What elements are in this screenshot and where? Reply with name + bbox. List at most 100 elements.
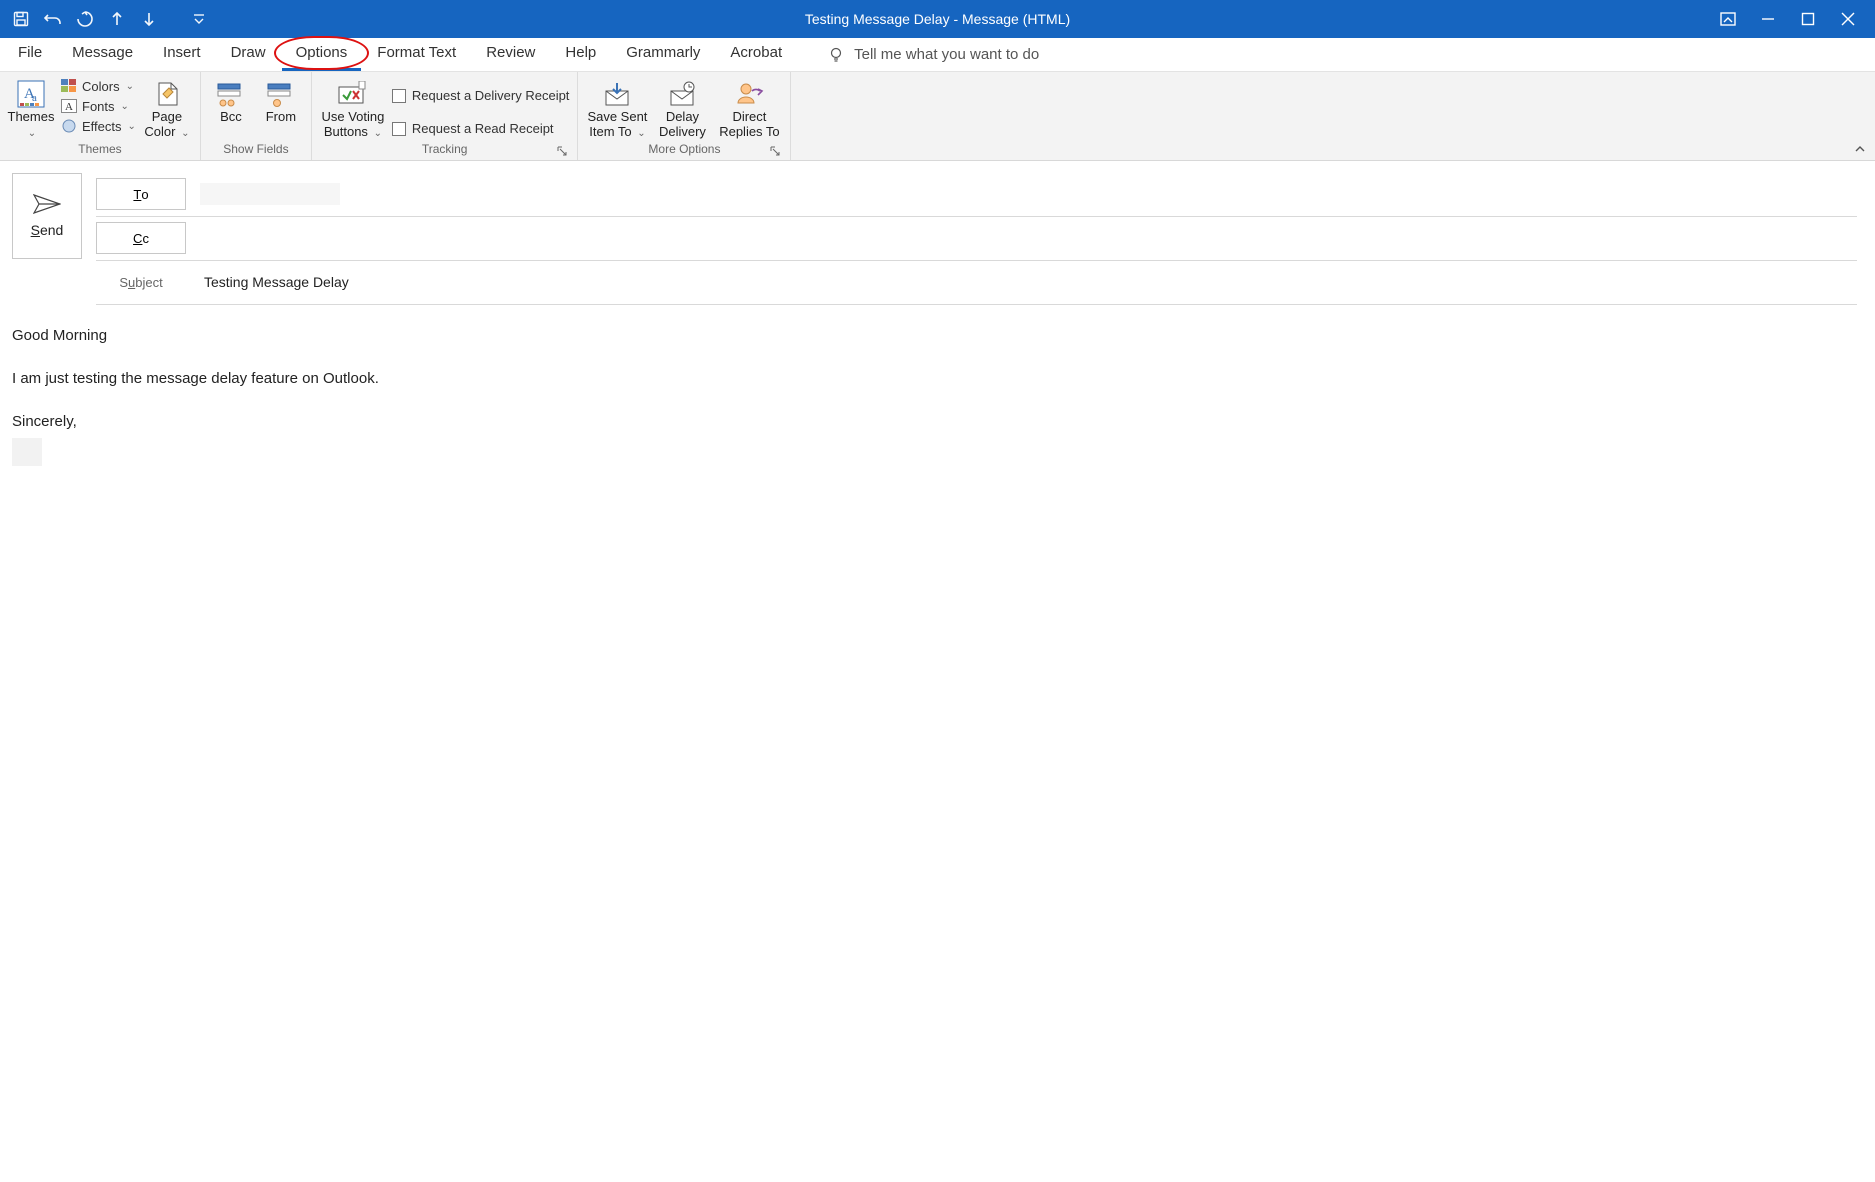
- direct-label1: Direct: [732, 109, 766, 124]
- ribbon-display-icon[interactable]: [1719, 10, 1737, 28]
- checkbox-icon: [392, 122, 406, 136]
- themes-icon: Aa: [15, 80, 47, 108]
- cc-button[interactable]: Cc: [96, 222, 186, 254]
- group-themes: Aa Themes⌄ Colors⌄ A Fonts⌄ Effects⌄: [0, 72, 201, 160]
- from-icon: [265, 80, 297, 108]
- direct-replies-icon: [733, 80, 765, 108]
- tell-me-search[interactable]: Tell me what you want to do: [828, 46, 1039, 63]
- save-sent-icon: [601, 80, 633, 108]
- tab-options[interactable]: Options: [282, 38, 362, 71]
- tab-format-text[interactable]: Format Text: [363, 38, 470, 71]
- more-options-group-text: More Options: [648, 142, 720, 156]
- effects-label: Effects: [82, 119, 122, 134]
- send-label: Send: [31, 222, 64, 238]
- delay-icon: [666, 80, 698, 108]
- send-icon: [33, 194, 61, 214]
- save-sent-label2: Item To: [589, 124, 631, 139]
- fonts-icon: A: [60, 98, 78, 114]
- save-icon[interactable]: [12, 10, 30, 28]
- dialog-launcher-icon[interactable]: [770, 146, 782, 158]
- tracking-group-text: Tracking: [422, 142, 468, 156]
- group-label-tracking: Tracking: [320, 140, 570, 160]
- checkbox-icon: [392, 89, 406, 103]
- bcc-button[interactable]: Bcc: [209, 76, 253, 125]
- page-color-label2: Color: [144, 124, 175, 139]
- voting-button[interactable]: Use VotingButtons ⌄: [320, 76, 386, 140]
- bcc-label: Bcc: [220, 110, 242, 125]
- tab-grammarly[interactable]: Grammarly: [612, 38, 714, 71]
- minimize-icon[interactable]: [1759, 10, 1777, 28]
- maximize-icon[interactable]: [1799, 10, 1817, 28]
- subject-label: Subject: [96, 275, 186, 290]
- cc-row: Cc: [96, 217, 1857, 261]
- title-bar: Testing Message Delay - Message (HTML): [0, 0, 1875, 38]
- body-line-1: Good Morning: [12, 325, 1851, 346]
- subject-value[interactable]: Testing Message Delay: [200, 274, 349, 290]
- qat-customize-icon[interactable]: [190, 10, 208, 28]
- tab-options-label: Options: [296, 44, 348, 61]
- tab-draw[interactable]: Draw: [217, 38, 280, 71]
- tab-review[interactable]: Review: [472, 38, 549, 71]
- voting-label2: Buttons: [324, 124, 368, 139]
- to-row: To: [96, 173, 1857, 217]
- collapse-ribbon-icon[interactable]: [1853, 142, 1867, 156]
- next-item-icon: [140, 10, 158, 28]
- lightbulb-icon: [828, 47, 844, 63]
- colors-button[interactable]: Colors⌄: [60, 78, 136, 94]
- effects-button[interactable]: Effects⌄: [60, 118, 136, 134]
- page-color-button[interactable]: PageColor ⌄: [142, 76, 192, 140]
- delay-label1: Delay: [666, 109, 699, 124]
- close-icon[interactable]: [1839, 10, 1857, 28]
- compose-area: Send To Cc Subject Testing Message Delay…: [0, 161, 1875, 466]
- voting-label1: Use Voting: [321, 109, 384, 124]
- delivery-receipt-checkbox[interactable]: Request a Delivery Receipt: [392, 86, 570, 105]
- group-show-fields: Bcc From Show Fields: [201, 72, 312, 160]
- fonts-label: Fonts: [82, 99, 115, 114]
- tab-acrobat[interactable]: Acrobat: [716, 38, 796, 71]
- body-line-2: I am just testing the message delay feat…: [12, 368, 1851, 389]
- delay-delivery-button[interactable]: DelayDelivery: [654, 76, 710, 140]
- themes-label: Themes: [8, 109, 55, 124]
- page-color-label1: Page: [152, 109, 182, 124]
- direct-replies-button[interactable]: DirectReplies To: [716, 76, 782, 140]
- undo-icon[interactable]: [44, 10, 62, 28]
- fonts-button[interactable]: A Fonts⌄: [60, 98, 136, 114]
- from-button[interactable]: From: [259, 76, 303, 125]
- read-receipt-label: Request a Read Receipt: [412, 121, 554, 136]
- direct-label2: Replies To: [719, 124, 779, 139]
- signature-redacted: [12, 438, 42, 466]
- voting-icon: [337, 80, 369, 108]
- ribbon-tabs: File Message Insert Draw Options Format …: [0, 38, 1875, 72]
- dialog-launcher-icon[interactable]: [557, 146, 569, 158]
- svg-text:a: a: [32, 92, 37, 104]
- tell-me-label: Tell me what you want to do: [854, 46, 1039, 63]
- ribbon: Aa Themes⌄ Colors⌄ A Fonts⌄ Effects⌄: [0, 72, 1875, 161]
- colors-label: Colors: [82, 79, 120, 94]
- delay-label2: Delivery: [659, 124, 706, 139]
- to-value-redacted[interactable]: [200, 183, 340, 205]
- tab-insert[interactable]: Insert: [149, 38, 215, 71]
- redo-icon[interactable]: [76, 10, 94, 28]
- group-label-themes: Themes: [8, 140, 192, 160]
- bcc-icon: [215, 80, 247, 108]
- save-sent-label1: Save Sent: [587, 109, 647, 124]
- themes-button[interactable]: Aa Themes⌄: [8, 76, 54, 140]
- read-receipt-checkbox[interactable]: Request a Read Receipt: [392, 119, 570, 138]
- tab-file[interactable]: File: [4, 38, 56, 71]
- subject-row: Subject Testing Message Delay: [96, 261, 1857, 305]
- effects-icon: [60, 118, 78, 134]
- save-sent-button[interactable]: Save SentItem To ⌄: [586, 76, 648, 140]
- send-button[interactable]: Send: [12, 173, 82, 259]
- group-more-options: Save SentItem To ⌄ DelayDelivery DirectR…: [578, 72, 791, 160]
- tab-message[interactable]: Message: [58, 38, 147, 71]
- window-controls: [1719, 10, 1875, 28]
- quick-access-toolbar: [0, 10, 208, 28]
- svg-text:A: A: [65, 101, 73, 113]
- tab-help[interactable]: Help: [551, 38, 610, 71]
- body-line-3: Sincerely,: [12, 411, 1851, 432]
- colors-icon: [60, 78, 78, 94]
- to-button[interactable]: To: [96, 178, 186, 210]
- page-color-icon: [151, 80, 183, 108]
- window-title: Testing Message Delay - Message (HTML): [805, 11, 1070, 27]
- message-body[interactable]: Good Morning I am just testing the messa…: [12, 305, 1857, 466]
